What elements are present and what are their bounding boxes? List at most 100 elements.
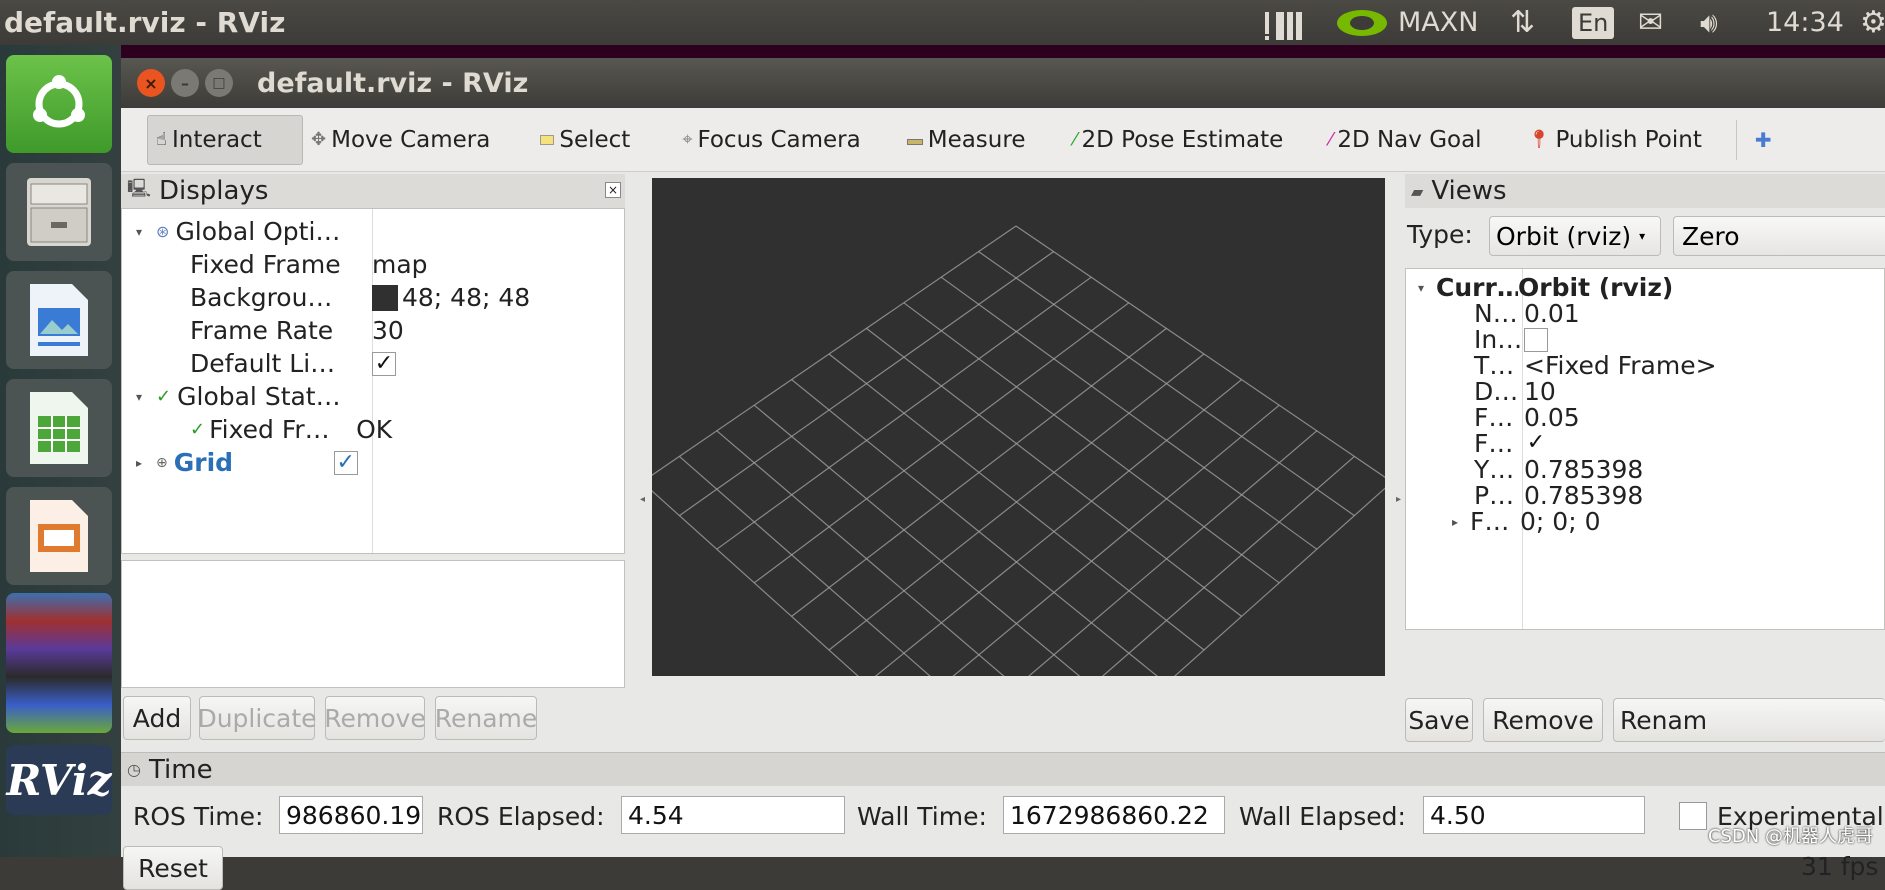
power-mode[interactable]: MAXN bbox=[1398, 0, 1478, 45]
checkbox[interactable]: ✓ bbox=[333, 450, 358, 475]
tool-2d-nav-goal[interactable]: ⁄ 2D Nav Goal bbox=[1321, 115, 1489, 165]
wall-time-field[interactable]: 1672986860.22 bbox=[1003, 796, 1225, 834]
expand-arrow-icon: ▾ bbox=[1418, 280, 1425, 295]
remove-display-button[interactable]: Remove bbox=[324, 696, 426, 740]
checkbox[interactable]: ✓ bbox=[1524, 431, 1548, 456]
grid-line bbox=[874, 379, 1242, 676]
tree-row-fixed-frame[interactable]: Fixed Frame map bbox=[122, 248, 428, 281]
checkbox[interactable] bbox=[1524, 327, 1548, 352]
remove-view-button[interactable]: Remove bbox=[1483, 698, 1603, 742]
tool-label: 2D Nav Goal bbox=[1337, 126, 1482, 153]
ros-time-field[interactable]: 986860.19 bbox=[279, 796, 423, 834]
clock[interactable]: 14:34 bbox=[1766, 0, 1844, 45]
time-title: Time bbox=[148, 754, 213, 785]
add-tool-plus-icon[interactable]: ✚ bbox=[1747, 115, 1780, 165]
expand-arrow-icon: ▾ bbox=[136, 224, 143, 239]
keyboard-layout[interactable]: En bbox=[1572, 0, 1615, 45]
tree-row-fixed-frame-status[interactable]: ✓ Fixed Fr… OK bbox=[122, 413, 392, 446]
active-window-title: default.rviz - RViz bbox=[4, 6, 286, 39]
render-viewport[interactable] bbox=[652, 178, 1385, 676]
tool-interact[interactable]: ☝ Interact bbox=[147, 114, 303, 165]
type-label: Type: bbox=[1407, 220, 1473, 249]
row-name: Grid bbox=[173, 448, 234, 477]
minimize-icon[interactable]: – bbox=[171, 69, 199, 97]
view-type-select[interactable]: Orbit (rviz) ▾ bbox=[1489, 216, 1661, 256]
save-view-button[interactable]: Save bbox=[1405, 698, 1473, 742]
tool-publish-point[interactable]: 📍︎ Publish Point bbox=[1520, 115, 1710, 165]
calc-icon[interactable] bbox=[6, 379, 112, 477]
splitter-left-arrow-icon[interactable]: ◂ bbox=[640, 494, 645, 505]
expand-arrow-icon: ▾ bbox=[136, 389, 143, 404]
row-name: Frame Rate bbox=[190, 316, 334, 345]
tree-row-grid[interactable]: ▸ ⊕ Grid ✓ bbox=[122, 446, 358, 479]
status-ok-icon: ✓ bbox=[156, 386, 172, 407]
ruler-icon bbox=[906, 129, 923, 150]
tools-toolbar: ☝ Interact ✥ Move Camera Select ⌖ Focus Cam… bbox=[121, 108, 1885, 172]
row-name: Global Stat… bbox=[177, 382, 341, 411]
zero-label: Zero bbox=[1682, 221, 1740, 251]
rviz-icon[interactable]: RViz bbox=[6, 745, 112, 815]
tool-select[interactable]: Select bbox=[532, 115, 638, 165]
panel-close-icon[interactable]: × bbox=[605, 182, 621, 198]
lang-label: En bbox=[1572, 6, 1615, 39]
tool-focus-camera[interactable]: ⌖ Focus Camera bbox=[674, 115, 868, 165]
tool-label: Measure bbox=[927, 126, 1026, 153]
launcher: RViz bbox=[0, 45, 121, 857]
row-value: map bbox=[372, 250, 428, 279]
checkbox[interactable]: ✓ bbox=[372, 351, 396, 376]
ros-time-label: ROS Time: bbox=[133, 802, 264, 831]
tree-row-frame-rate[interactable]: Frame Rate 30 bbox=[122, 314, 404, 347]
volume-icon[interactable]: 🔊︎ bbox=[1700, 0, 1718, 45]
grid-line bbox=[791, 379, 1158, 676]
row-value: 0; 0; 0 bbox=[1520, 507, 1601, 536]
wall-elapsed-field[interactable]: 4.50 bbox=[1423, 796, 1645, 834]
stacked-apps-icon[interactable] bbox=[6, 593, 112, 733]
window-titlebar[interactable]: × – □ default.rviz - RViz bbox=[121, 58, 1885, 108]
experimental-checkbox[interactable] bbox=[1679, 802, 1707, 830]
settings-gear-icon[interactable]: ⚙ bbox=[1860, 0, 1885, 45]
ros-elapsed-field[interactable]: 4.54 bbox=[621, 796, 845, 834]
camera-icon: ▰ bbox=[1411, 181, 1424, 201]
files-icon[interactable] bbox=[6, 163, 112, 261]
reset-button[interactable]: Reset bbox=[123, 846, 223, 890]
splitter-right-arrow-icon[interactable]: ▸ bbox=[1396, 494, 1401, 505]
tool-move-camera[interactable]: ✥ Move Camera bbox=[303, 115, 498, 165]
monitor-icon: 🖳︎ bbox=[127, 178, 152, 199]
transfer-arrows-icon[interactable]: ⇅ bbox=[1510, 0, 1535, 45]
ubuntu-dash-icon[interactable] bbox=[6, 55, 112, 153]
tree-row-global-status[interactable]: ▾ ✓ Global Stat… bbox=[122, 380, 341, 413]
nvidia-icon[interactable] bbox=[1335, 0, 1389, 45]
mail-icon[interactable]: ✉ bbox=[1638, 0, 1663, 45]
tool-label: Interact bbox=[171, 126, 262, 153]
zero-button[interactable]: Zero bbox=[1673, 216, 1885, 256]
row-name: Default Li… bbox=[190, 349, 336, 378]
row-name: Fixed Frame bbox=[190, 250, 341, 279]
rename-view-button[interactable]: Renam bbox=[1613, 698, 1885, 742]
tree-row-global-options[interactable]: ▾ ⊛ Global Opti… bbox=[122, 215, 340, 248]
toolbar-separator bbox=[1735, 119, 1737, 160]
add-display-button[interactable]: Add bbox=[123, 696, 191, 740]
row-name: Global Opti… bbox=[175, 217, 341, 246]
tool-label: Move Camera bbox=[331, 126, 491, 153]
impress-icon[interactable] bbox=[6, 487, 112, 585]
network-icon[interactable] bbox=[1262, 0, 1310, 45]
close-icon[interactable]: × bbox=[137, 69, 165, 97]
tool-label: Publish Point bbox=[1555, 126, 1702, 153]
tool-label: Focus Camera bbox=[697, 126, 861, 153]
tree-row-focal-point[interactable]: ▸ F… 0; 0; 0 bbox=[1406, 505, 1601, 538]
maximize-icon[interactable]: □ bbox=[205, 69, 233, 97]
color-swatch[interactable] bbox=[372, 284, 398, 311]
ros-elapsed-label: ROS Elapsed: bbox=[437, 802, 605, 831]
rename-display-button[interactable]: Rename bbox=[435, 696, 537, 740]
hand-pointer-icon: ☝ bbox=[156, 129, 167, 150]
reset-label: Reset bbox=[138, 853, 208, 883]
writer-icon[interactable] bbox=[6, 271, 112, 369]
wall-elapsed-label: Wall Elapsed: bbox=[1239, 802, 1406, 831]
tool-2d-pose-estimate[interactable]: ⁄ 2D Pose Estimate bbox=[1065, 115, 1291, 165]
row-value: 30 bbox=[372, 316, 404, 345]
view-type-value: Orbit (rviz) bbox=[1496, 221, 1632, 251]
tree-row-background-color[interactable]: Backgrou… 48; 48; 48 bbox=[122, 281, 530, 314]
tool-measure[interactable]: Measure bbox=[899, 115, 1034, 165]
duplicate-display-button[interactable]: Duplicate bbox=[197, 696, 317, 740]
tree-row-default-light[interactable]: Default Li… ✓ bbox=[122, 347, 396, 380]
